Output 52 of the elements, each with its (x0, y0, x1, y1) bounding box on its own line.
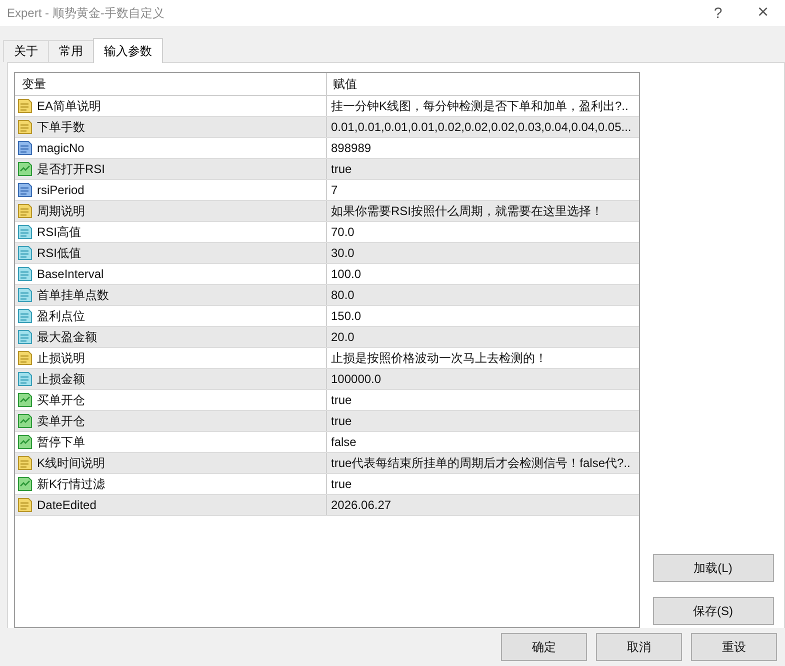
help-button[interactable]: ? (698, 0, 738, 26)
parameter-value[interactable]: 898989 (331, 141, 372, 155)
dialog-button[interactable]: 取消 (596, 633, 682, 661)
parameter-name: 最大盈金额 (37, 328, 97, 346)
dialog-button[interactable]: 重设 (691, 633, 777, 661)
parameter-name: 买单开仓 (37, 392, 85, 408)
parameter-name: 下单手数 (37, 118, 85, 136)
parameter-name: 止损金额 (37, 370, 85, 388)
parameter-value[interactable]: 0.01,0.01,0.01,0.01,0.02,0.02,0.02,0.03,0.04,0.04,0.05... (331, 120, 632, 134)
parameter-name: RSI高值 (37, 224, 82, 240)
parameter-name: rsiPeriod (37, 183, 84, 197)
parameter-value[interactable]: false (331, 435, 356, 449)
parameter-value[interactable]: true (331, 162, 352, 176)
tab[interactable]: 输入参数 (93, 38, 163, 63)
parameter-value[interactable]: true (331, 477, 352, 491)
parameter-name: 暂停下单 (37, 434, 85, 450)
column-header[interactable]: 赋值 (327, 73, 639, 95)
parameter-value[interactable]: 150.0 (331, 309, 362, 323)
parameter-value[interactable]: 挂一分钟K线图，每分钟检测是否下单和加单，盈利出?.. (331, 98, 628, 114)
parameter-value[interactable]: 70.0 (331, 225, 354, 239)
parameter-value[interactable]: 30.0 (331, 246, 354, 260)
parameter-name: 盈利点位 (37, 308, 85, 324)
window-title: Expert - 顺势黄金-手数自定义 (7, 4, 166, 22)
parameter-value[interactable]: 80.0 (331, 288, 354, 302)
parameter-name: 首单挂单点数 (37, 286, 109, 304)
close-button[interactable]: × (743, 0, 783, 26)
dialog-button[interactable]: 保存(S) (652, 597, 774, 625)
parameter-value[interactable]: 100000.0 (331, 372, 382, 386)
parameter-value[interactable]: 止损是按照价格波动一次马上去检测的！ (331, 350, 547, 366)
parameter-value[interactable]: true (331, 414, 352, 428)
parameter-value[interactable]: 100.0 (331, 267, 362, 281)
parameter-value[interactable]: 2026.06.27 (331, 498, 392, 512)
parameter-name: 卖单开仓 (37, 412, 85, 430)
parameter-name: DateEdited (37, 498, 96, 512)
parameter-name: magicNo (37, 141, 84, 155)
parameter-value[interactable]: 20.0 (331, 330, 354, 344)
parameter-name: 新K行情过滤 (37, 476, 106, 492)
parameter-name: 周期说明 (37, 202, 85, 220)
parameter-name: 止损说明 (37, 350, 85, 366)
parameter-name: RSI低值 (37, 244, 82, 262)
parameter-name: BaseInterval (37, 267, 104, 281)
parameter-name: K线时间说明 (37, 454, 106, 472)
parameter-value[interactable]: true代表每结束所挂单的周期后才会检测信号！false代?.. (331, 454, 630, 472)
parameter-value[interactable]: 7 (331, 183, 338, 197)
parameter-value[interactable]: true (331, 393, 352, 407)
parameter-name: EA简单说明 (37, 98, 102, 114)
dialog-button[interactable]: 确定 (501, 633, 587, 661)
parameter-value[interactable]: 如果你需要RSI按照什么周期，就需要在这里选择！ (331, 202, 604, 220)
dialog-button[interactable]: 加载(L) (652, 554, 774, 582)
parameter-name: 是否打开RSI (37, 160, 106, 178)
column-header[interactable]: 变量 (15, 73, 327, 95)
tab[interactable]: 关于 (3, 40, 49, 62)
